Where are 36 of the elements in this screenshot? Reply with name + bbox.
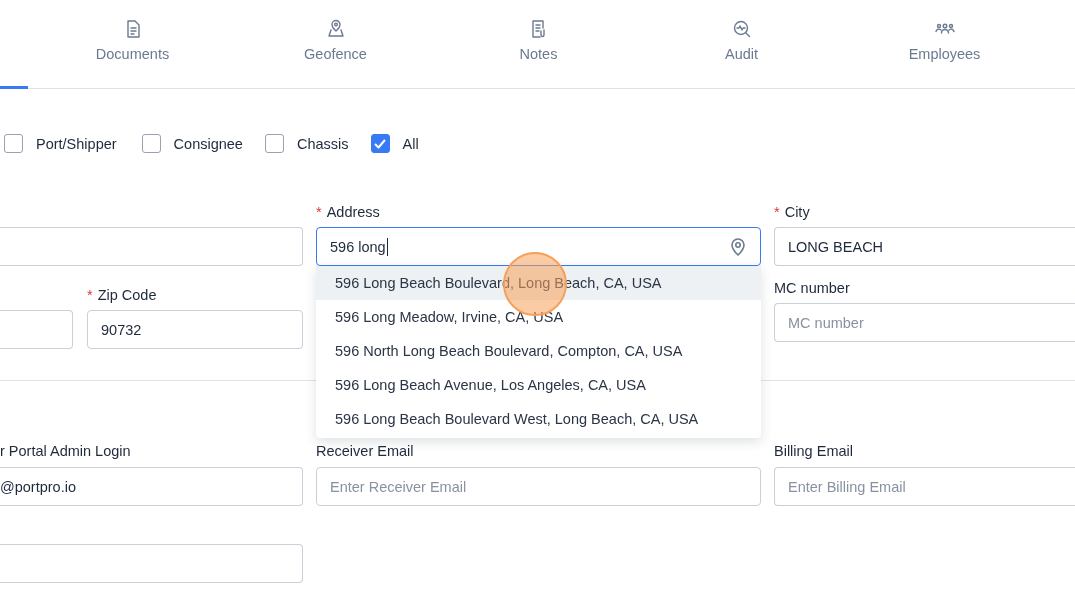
- input-field[interactable]: [0, 227, 303, 266]
- checkbox-label: Port/Shipper: [36, 135, 117, 152]
- required-asterisk: *: [87, 286, 93, 303]
- required-asterisk: *: [316, 203, 322, 220]
- checkbox[interactable]: [4, 134, 23, 153]
- input-field[interactable]: LONG BEACH: [774, 227, 1075, 266]
- checkbox-label: Consignee: [173, 135, 243, 152]
- tab[interactable]: Employees: [843, 0, 1046, 88]
- checkbox[interactable]: [141, 134, 161, 153]
- tab-indicator: [0, 86, 28, 89]
- tab[interactable]: Notes: [437, 0, 640, 88]
- field-label: City: [784, 203, 810, 220]
- tab[interactable]: Audit: [640, 0, 843, 88]
- suggestion-item[interactable]: 596 Long Beach Boulevard West, Long Beach, CA, USA: [316, 402, 761, 436]
- tab[interactable]: Documents: [31, 0, 234, 88]
- checkbox[interactable]: [370, 134, 390, 153]
- input-field[interactable]: [0, 544, 303, 583]
- suggestion-item[interactable]: 596 North Long Beach Boulevard, Compton, CA, USA: [316, 334, 761, 368]
- tab[interactable]: Geofence: [234, 0, 437, 88]
- checkmark-icon: [373, 136, 387, 151]
- required-asterisk: *: [774, 203, 780, 220]
- checkbox-label: All: [402, 135, 419, 152]
- checkbox[interactable]: [264, 134, 284, 153]
- checkbox-label: Chassis: [296, 135, 349, 152]
- field-label: Address: [326, 203, 380, 220]
- address-field[interactable]: 596 long: [316, 227, 761, 266]
- suggestion-item[interactable]: 596 Long Beach Avenue, Los Angeles, CA, USA: [316, 368, 761, 402]
- field-label: MC number: [774, 279, 850, 296]
- field-label: Billing Email: [774, 442, 853, 459]
- input-field[interactable]: @portpro.io: [0, 467, 303, 506]
- input-field[interactable]: [0, 310, 73, 349]
- field-label: r Portal Admin Login: [0, 442, 131, 459]
- field-label: Zip Code: [97, 286, 157, 303]
- input-field[interactable]: 90732: [87, 310, 303, 349]
- location-pin-icon[interactable]: [729, 236, 747, 257]
- field-label: Receiver Email: [316, 442, 414, 459]
